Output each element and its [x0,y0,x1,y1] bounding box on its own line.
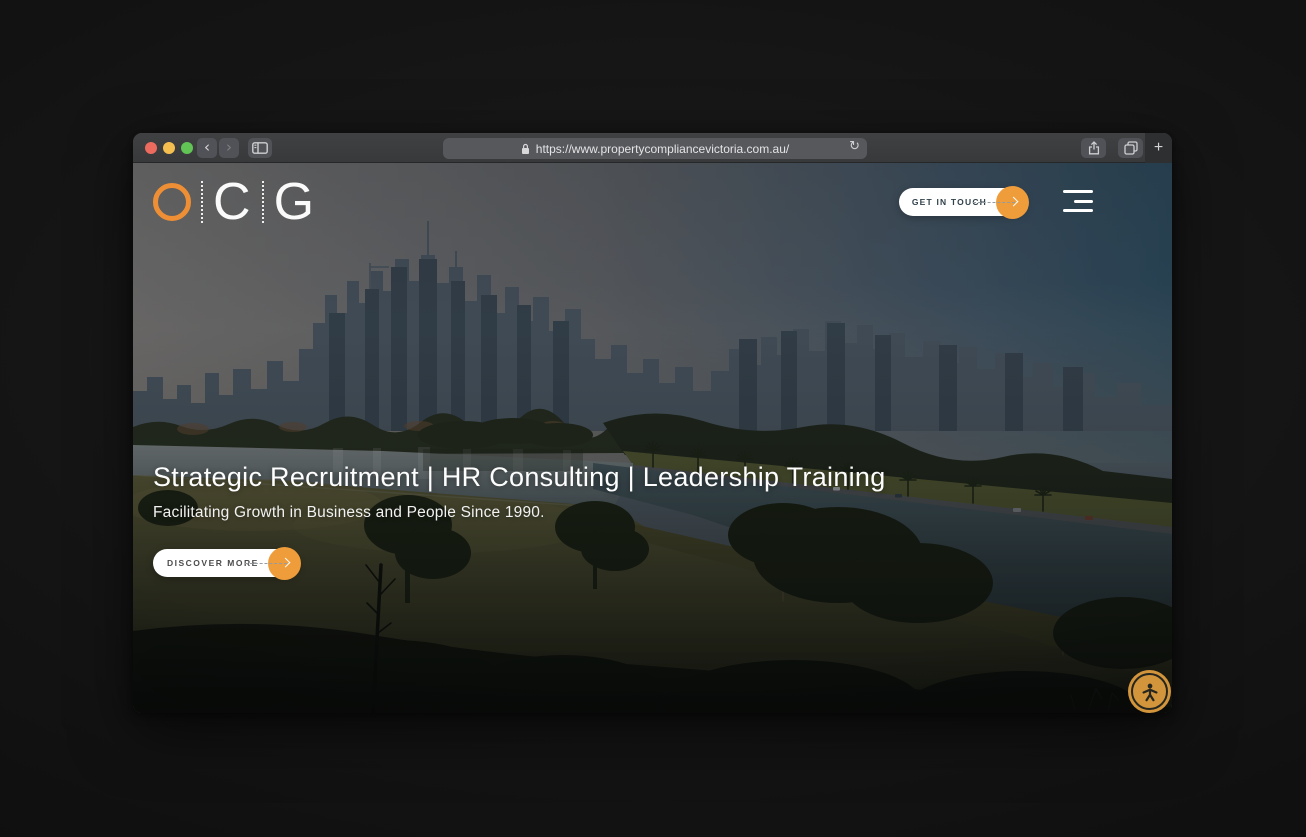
discover-more-button[interactable]: DISCOVER MORE [153,549,299,577]
browser-toolbar: ‹ › https://www.propert [133,133,1172,163]
hamburger-bar [1074,200,1093,203]
get-in-touch-button[interactable]: GET IN TOUCH [899,188,1027,216]
hero-title: Strategic Recruitment | HR Consulting | … [153,462,886,493]
hero-subtitle: Facilitating Growth in Business and Peop… [153,504,545,522]
tabs-icon [1124,141,1138,155]
logo-letter-g: G [274,180,315,224]
url-text: https://www.propertycompliancevictoria.c… [536,142,789,156]
share-button[interactable] [1081,138,1106,158]
traffic-lights [145,142,193,154]
logo-divider [201,181,203,223]
accessibility-button[interactable] [1128,670,1171,713]
forward-button[interactable]: › [219,138,239,158]
hamburger-bar [1063,190,1093,193]
reload-icon[interactable]: ↻ [849,139,860,154]
close-button[interactable] [145,142,157,154]
logo-divider [262,181,264,223]
hero-background-video [133,163,1172,713]
share-icon [1088,141,1100,155]
sidebar-button[interactable] [248,138,272,158]
logo-letter-o [153,183,191,221]
zoom-button[interactable] [181,142,193,154]
plus-icon: + [1154,139,1163,157]
address-bar[interactable]: https://www.propertycompliancevictoria.c… [443,138,867,159]
site-logo[interactable]: C G [153,178,315,226]
desktop-background: ‹ › https://www.propert [0,0,1306,837]
accessibility-ring [1131,673,1168,710]
lock-icon [521,143,530,155]
minimize-button[interactable] [163,142,175,154]
back-icon: ‹ [204,140,210,155]
hamburger-bar [1063,209,1093,212]
sidebar-icon [252,142,268,154]
forward-icon: › [226,140,232,155]
logo-letter-c: C [213,180,252,224]
browser-window: ‹ › https://www.propert [133,133,1172,713]
new-tab-button[interactable]: + [1145,133,1172,163]
nav-buttons: ‹ › [197,138,239,158]
menu-button[interactable] [1063,190,1093,212]
back-button[interactable]: ‹ [197,138,217,158]
tab-overview-button[interactable] [1118,138,1143,158]
webpage-viewport: C G GET IN TOUCH Strategic Recruitment |… [133,163,1172,713]
